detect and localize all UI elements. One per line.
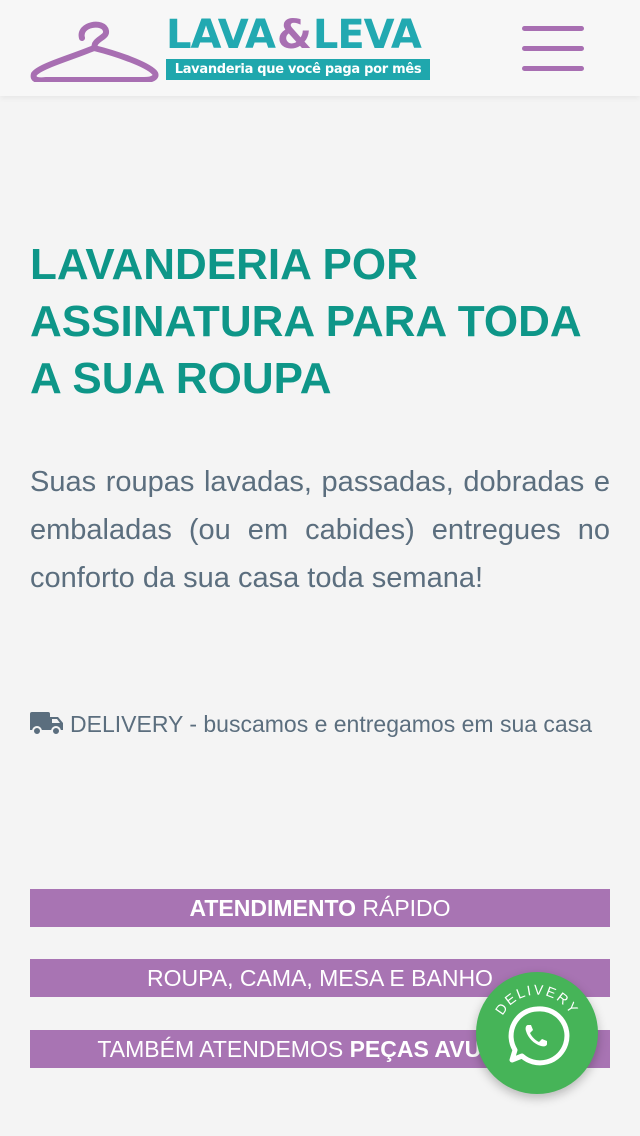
logo-tagline: Lavanderia que você paga por mês <box>166 59 430 80</box>
logo-word-leva: LEVA <box>312 12 422 58</box>
feature-bold: ATENDIMENTO <box>189 895 356 921</box>
hero-title: LAVANDERIA POR ASSINATURA PARA TODA A SU… <box>30 240 580 403</box>
whatsapp-icon: DELIVERY <box>492 981 583 1066</box>
delivery-info: DELIVERY - buscamos e entregamos em sua … <box>30 700 610 748</box>
hero-description: Suas roupas lavadas, passadas, dobradas … <box>30 466 610 594</box>
logo[interactable]: LAVA & LEVA Lavanderia que você paga por… <box>30 11 432 84</box>
hamburger-menu-icon[interactable] <box>522 26 584 76</box>
site-header: LAVA & LEVA Lavanderia que você paga por… <box>0 0 640 96</box>
logo-ampersand: & <box>276 12 312 58</box>
whatsapp-delivery-button[interactable]: DELIVERY <box>476 972 598 1094</box>
feature-text: RÁPIDO <box>355 895 451 921</box>
whatsapp-delivery-label: DELIVERY <box>492 981 583 1017</box>
delivery-text: DELIVERY - buscamos e entregamos em sua … <box>70 711 593 737</box>
hanger-icon <box>30 21 159 82</box>
logo-word-lava: LAVA <box>166 12 276 58</box>
truck-icon <box>30 712 63 736</box>
feature-banner-fast-service: ATENDIMENTO RÁPIDO <box>30 889 610 927</box>
logo-wordmark: LAVA & LEVA <box>166 11 422 59</box>
feature-text: ROUPA, CAMA, MESA E BANHO <box>147 965 493 991</box>
feature-text: TAMBÉM ATENDEMOS <box>97 1036 350 1062</box>
